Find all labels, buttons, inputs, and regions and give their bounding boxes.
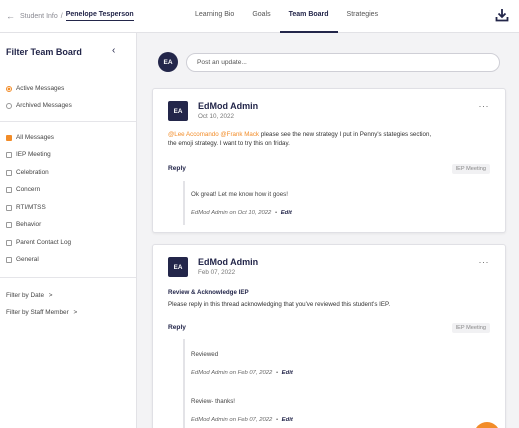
- checkbox-icon[interactable]: [6, 204, 12, 211]
- post-subject: Review & Acknowledge IEP: [168, 289, 249, 296]
- reply-meta: EdMod Admin on Feb 07, 2022 • Edit: [191, 370, 293, 376]
- post-date: Oct 10, 2022: [198, 113, 235, 120]
- sidebar-title: Filter Team Board: [6, 47, 82, 57]
- checkbox-all-messages[interactable]: All Messages: [6, 134, 54, 141]
- chevron-right-icon: >: [73, 309, 78, 316]
- post-body-text: the emoji strategy. I want to try this o…: [168, 140, 290, 147]
- checkbox-general[interactable]: General: [6, 256, 39, 263]
- bullet: •: [274, 210, 278, 216]
- tab-strategies[interactable]: Strategies: [338, 0, 388, 33]
- post-card: EA EdMod Admin Feb 07, 2022 ··· Review &…: [152, 244, 506, 428]
- top-bar: ← Student Info / Penelope Tesperson Lear…: [0, 0, 519, 33]
- filter-by-date-label: Filter by Date: [6, 292, 45, 299]
- checkbox-concern[interactable]: Concern: [6, 186, 40, 193]
- checkbox-label: Behavior: [16, 221, 42, 228]
- bullet: •: [275, 417, 279, 423]
- reply-meta: EdMod Admin on Oct 10, 2022 • Edit: [191, 210, 292, 216]
- radio-selected-icon[interactable]: [6, 85, 12, 92]
- reply-button[interactable]: Reply: [168, 165, 186, 172]
- category-tag: IEP Meeting: [451, 323, 490, 333]
- post-author: EdMod Admin: [198, 101, 259, 111]
- category-tag: IEP Meeting: [451, 164, 490, 174]
- checkbox-icon[interactable]: [6, 186, 12, 193]
- reply-text: Ok great! Let me know how it goes!: [191, 191, 288, 198]
- checkbox-label: General: [16, 256, 39, 263]
- checkbox-iep-meeting[interactable]: IEP Meeting: [6, 151, 51, 158]
- edit-link[interactable]: Edit: [282, 370, 293, 376]
- radio-label: Active Messages: [16, 85, 65, 92]
- checkbox-icon[interactable]: [6, 239, 12, 246]
- avatar: EA: [168, 257, 188, 277]
- breadcrumb: ← Student Info / Penelope Tesperson: [6, 11, 134, 21]
- checkbox-label: All Messages: [16, 134, 55, 141]
- sidebar-divider: [0, 121, 136, 122]
- reply-thread-line: [183, 181, 185, 225]
- reply-thread-line: [183, 339, 185, 428]
- sidebar-divider: [0, 277, 136, 278]
- checkbox-label: IEP Meeting: [16, 151, 51, 158]
- more-options-icon[interactable]: ···: [479, 101, 490, 111]
- checkbox-icon[interactable]: [6, 169, 12, 176]
- checkbox-icon[interactable]: [6, 256, 12, 263]
- checkbox-label: Celebration: [16, 169, 49, 176]
- reply-author-date: EdMod Admin on Feb 07, 2022: [191, 370, 273, 376]
- mention-link[interactable]: @Frank Mack: [220, 131, 259, 138]
- tab-goals[interactable]: Goals: [243, 0, 279, 33]
- avatar: EA: [158, 52, 178, 72]
- radio-unselected-icon[interactable]: [6, 102, 12, 109]
- download-icon[interactable]: [495, 8, 509, 22]
- checkbox-icon[interactable]: [6, 221, 12, 228]
- breadcrumb-separator: /: [60, 12, 63, 20]
- checkbox-label: Concern: [16, 186, 41, 193]
- checkbox-label: Parent Contact Log: [16, 239, 72, 246]
- checkbox-checked-icon[interactable]: [6, 134, 12, 141]
- reply-text: Reviewed: [191, 351, 219, 358]
- chevron-left-icon[interactable]: ‹: [112, 45, 115, 56]
- reply-button[interactable]: Reply: [168, 324, 186, 331]
- edit-link[interactable]: Edit: [281, 210, 292, 216]
- post-card: EA EdMod Admin Oct 10, 2022 ··· @Lee Acc…: [152, 88, 506, 233]
- post-date: Feb 07, 2022: [198, 269, 236, 276]
- radio-label: Archived Messages: [16, 102, 72, 109]
- breadcrumb-current[interactable]: Penelope Tesperson: [65, 11, 134, 21]
- tab-bar: Learning Bio Goals Team Board Strategies: [186, 0, 387, 33]
- edit-link[interactable]: Edit: [282, 417, 293, 423]
- bullet: •: [275, 370, 279, 376]
- reply-author-date: EdMod Admin on Oct 10, 2022: [191, 210, 272, 216]
- post-body-text: please see the new strategy I put in Pen…: [260, 131, 432, 138]
- checkbox-rti-mtss[interactable]: RTI/MTSS: [6, 204, 46, 211]
- post-author: EdMod Admin: [198, 257, 259, 267]
- tab-learning-bio[interactable]: Learning Bio: [186, 0, 243, 33]
- post-update-input[interactable]: Post an update...: [186, 53, 500, 72]
- checkbox-icon[interactable]: [6, 151, 12, 158]
- radio-active-messages[interactable]: Active Messages: [6, 85, 64, 92]
- post-body: Please reply in this thread acknowledgin…: [168, 301, 391, 308]
- filter-by-staff-link[interactable]: Filter by Staff Member >: [6, 309, 77, 316]
- checkbox-label: RTI/MTSS: [16, 204, 46, 211]
- tab-team-board[interactable]: Team Board: [279, 0, 338, 33]
- checkbox-behavior[interactable]: Behavior: [6, 221, 41, 228]
- breadcrumb-parent[interactable]: Student Info: [20, 13, 58, 20]
- reply-text: Review- thanks!: [191, 398, 236, 405]
- checkbox-parent-contact-log[interactable]: Parent Contact Log: [6, 239, 71, 246]
- avatar: EA: [168, 101, 188, 121]
- filter-by-date-link[interactable]: Filter by Date >: [6, 292, 53, 299]
- checkbox-celebration[interactable]: Celebration: [6, 169, 49, 176]
- chevron-right-icon: >: [48, 292, 53, 299]
- radio-archived-messages[interactable]: Archived Messages: [6, 102, 72, 109]
- filter-by-staff-label: Filter by Staff Member: [6, 309, 69, 316]
- reply-author-date: EdMod Admin on Feb 07, 2022: [191, 417, 273, 423]
- back-arrow-icon[interactable]: ←: [6, 11, 15, 21]
- filter-sidebar: Filter Team Board ‹ Active Messages Arch…: [0, 33, 137, 428]
- post-body: @Lee Accomando @Frank Mack please see th…: [168, 130, 493, 148]
- mention-link[interactable]: @Lee Accomando: [168, 131, 219, 138]
- reply-meta: EdMod Admin on Feb 07, 2022 • Edit: [191, 417, 293, 423]
- more-options-icon[interactable]: ···: [479, 257, 490, 267]
